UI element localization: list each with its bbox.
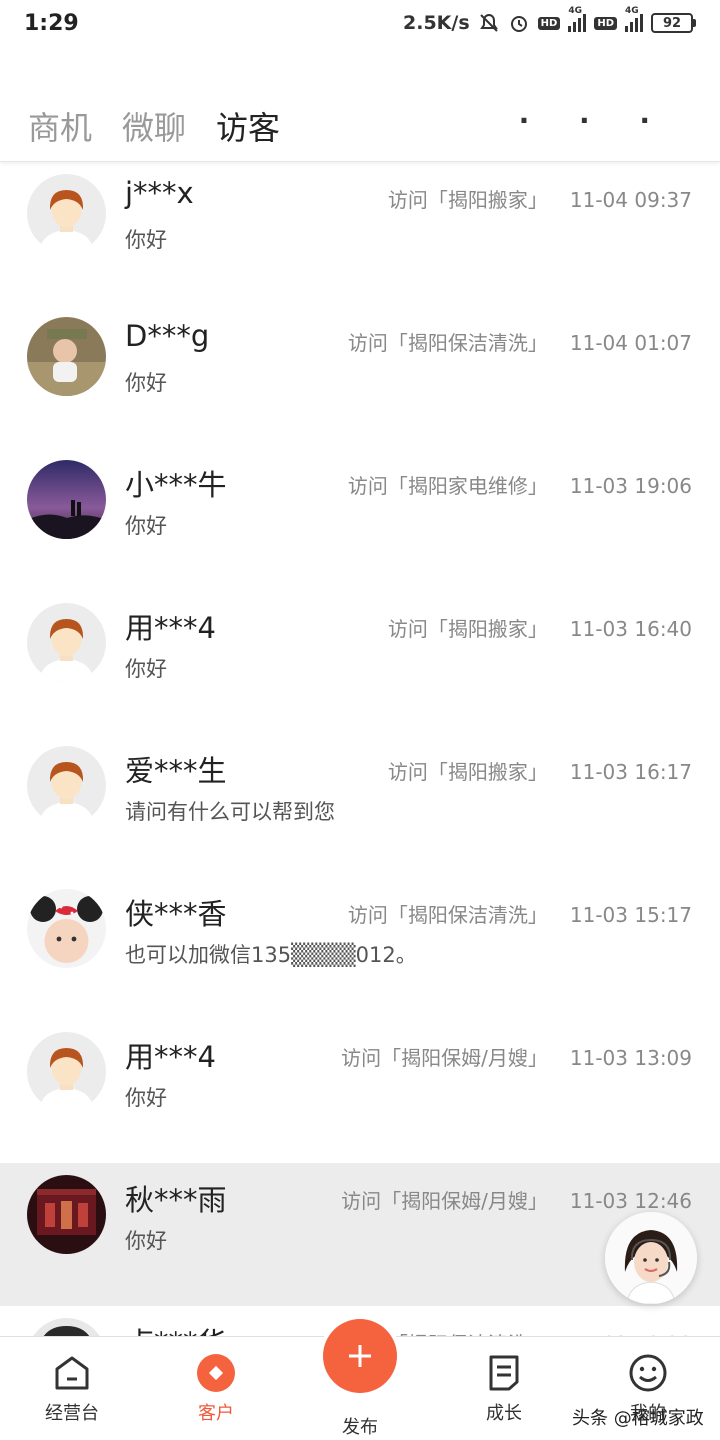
visitor-name: 卢***华 — [125, 1320, 227, 1336]
publish-button[interactable] — [323, 1319, 397, 1393]
visitor-last-message: 你好 — [125, 657, 167, 681]
visitor-avatar[interactable] — [27, 174, 106, 253]
visitor-avatar[interactable] — [27, 1175, 106, 1254]
nav-publish-label: 发布 — [342, 1417, 378, 1438]
hd-badge: HD — [537, 16, 561, 30]
visitor-row[interactable]: D***g 你好 访问「揭阳保洁清洗」 11-04 01:07 — [0, 305, 720, 448]
alarm-icon — [508, 12, 530, 34]
visit-time: 11-04 09:37 — [569, 188, 692, 212]
visit-source: 访问「揭阳搬家」 — [387, 188, 548, 212]
customer-service-avatar-button[interactable] — [605, 1212, 697, 1304]
visitor-list[interactable]: j***x 你好 访问「揭阳搬家」 11-04 09:37 D***g 你好 访问「揭阳保洁… — [0, 162, 720, 1336]
visitor-name: 秋***雨 — [125, 1183, 227, 1217]
visitor-row[interactable]: 侠***香也可以加微信135▒▒▒▒012。 访问「揭阳保洁清洗」 11-03 15… — [0, 877, 720, 1020]
watermark-text: 头条 @榕城家政 — [572, 1408, 704, 1429]
visitor-last-message: 请问有什么可以帮到您 — [125, 800, 335, 824]
visitor-name: 爱***生 — [125, 754, 227, 788]
plus-icon — [349, 1345, 371, 1367]
visitor-last-message: 你好 — [125, 1229, 167, 1253]
visitor-last-message: 你好 — [125, 228, 167, 252]
visit-time: 11-03 13:09 — [569, 1046, 692, 1070]
visit-source: 访问「揭阳搬家」 — [387, 617, 548, 641]
status-bar: 1:29 2.5K/s HD 4G HD 4G 92 — [0, 0, 720, 46]
visitor-avatar[interactable] — [27, 603, 106, 682]
visitor-avatar[interactable] — [27, 460, 106, 539]
nav-customers-label: 客户 — [198, 1403, 234, 1424]
visit-time: 11-03 12:46 — [569, 1189, 692, 1213]
battery-level: 92 — [651, 13, 693, 33]
visit-time: 11-03 19:06 — [569, 474, 692, 498]
hd-badge-2: HD — [594, 16, 617, 30]
nav-dashboard-label: 经营台 — [45, 1403, 99, 1424]
tab-wechat[interactable]: 微聊 — [122, 103, 186, 149]
visit-source: 访问「揭阳保洁清洗」 — [347, 331, 548, 355]
visit-meta: 访问「揭阳保姆/月嫂」 11-03 13:09 — [341, 1042, 692, 1071]
visit-meta: 访问「揭阳搬家」 11-03 16:17 — [388, 756, 692, 785]
visit-time: 11-03 15:17 — [569, 903, 692, 927]
nav-customers[interactable]: 客户 — [166, 1337, 266, 1440]
visitor-last-message: 你好 — [125, 514, 167, 538]
nav-growth[interactable]: 成长 — [454, 1337, 554, 1440]
network-type-2: 4G — [625, 6, 639, 16]
visit-source: 访问「揭阳保姆/月嫂」 — [341, 1189, 548, 1213]
tab-opportunities[interactable]: 商机 — [28, 103, 92, 149]
visit-meta: 访问「揭阳保姆/月嫂」 11-03 12:46 — [341, 1185, 692, 1214]
visitor-name: D***g — [125, 319, 210, 353]
visit-meta: 访问「揭阳搬家」 11-04 09:37 — [388, 184, 692, 213]
status-time: 1:29 — [24, 10, 79, 36]
visitor-last-message: 你好 — [125, 371, 167, 395]
nav-growth-label: 成长 — [486, 1403, 522, 1424]
visitor-avatar[interactable] — [27, 889, 106, 968]
visitor-name: 小***牛 — [125, 468, 227, 502]
visitor-row[interactable]: 爱***生请问有什么可以帮到您 访问「揭阳搬家」 11-03 16:17 — [0, 734, 720, 877]
visitor-row[interactable]: 用***4 你好 访问「揭阳搬家」 11-03 16:40 — [0, 591, 720, 734]
visit-source: 访问「揭阳搬家」 — [387, 760, 548, 784]
network-type: 4G — [568, 6, 582, 16]
visitor-avatar[interactable] — [27, 1318, 106, 1336]
status-icons: 2.5K/s HD 4G HD 4G 92 — [403, 6, 696, 34]
visitor-last-message: 你好 — [125, 1086, 167, 1110]
visitor-row[interactable]: 小***牛你好 访问「揭阳家电维修」 11-03 19:06 — [0, 448, 720, 591]
signal-icon: 4G — [568, 6, 587, 32]
visit-meta: 访问「揭阳家电维修」 11-03 19:06 — [348, 470, 692, 499]
battery-icon: 92 — [651, 13, 696, 33]
visit-source: 访问「揭阳家电维修」 — [347, 474, 548, 498]
customer-icon — [196, 1353, 236, 1393]
visit-source: 访问「揭阳保姆/月嫂」 — [341, 1046, 548, 1070]
visitor-avatar[interactable] — [27, 746, 106, 825]
visitor-name: 用***4 — [125, 611, 216, 645]
visit-time: 11-03 16:40 — [569, 617, 692, 641]
visit-meta: 访问「揭阳保洁清洗」 11-03 15:17 — [348, 899, 692, 928]
visitor-avatar[interactable] — [27, 1032, 106, 1111]
visitor-avatar[interactable] — [27, 317, 106, 396]
visit-meta: 访问「揭阳保洁清洗」 11-04 01:07 — [348, 327, 692, 356]
visitor-last-message: 也可以加微信135▒▒▒▒012。 — [125, 943, 417, 967]
nav-dashboard[interactable]: 经营台 — [22, 1337, 122, 1440]
visitor-row[interactable]: j***x 你好 访问「揭阳搬家」 11-04 09:37 — [0, 162, 720, 305]
home-icon — [52, 1353, 92, 1393]
more-options-button[interactable]: · · · — [519, 104, 670, 137]
visitor-name: j***x — [125, 176, 194, 210]
visitor-name: 侠***香 — [125, 897, 227, 931]
smiley-icon — [628, 1353, 668, 1393]
visit-source: 访问「揭阳保洁清洗」 — [347, 903, 548, 927]
mute-bell-icon — [478, 12, 500, 34]
tab-visitors[interactable]: 访客 — [216, 103, 280, 149]
visit-time: 11-04 01:07 — [569, 331, 692, 355]
top-tab-bar: 商机 微聊 访客 · · · — [0, 90, 720, 162]
network-speed: 2.5K/s — [403, 12, 470, 34]
visitor-name: 用***4 — [125, 1040, 216, 1074]
signal-icon-2: 4G — [625, 6, 643, 32]
visitor-row[interactable]: 用***4 你好 访问「揭阳保姆/月嫂」 11-03 13:09 — [0, 1020, 720, 1163]
visit-time: 11-03 16:17 — [569, 760, 692, 784]
visit-meta: 访问「揭阳搬家」 11-03 16:40 — [388, 613, 692, 642]
document-icon — [484, 1353, 524, 1393]
visit-meta: 访问「揭阳保洁清洗」11-03 10:20 — [348, 1328, 692, 1336]
